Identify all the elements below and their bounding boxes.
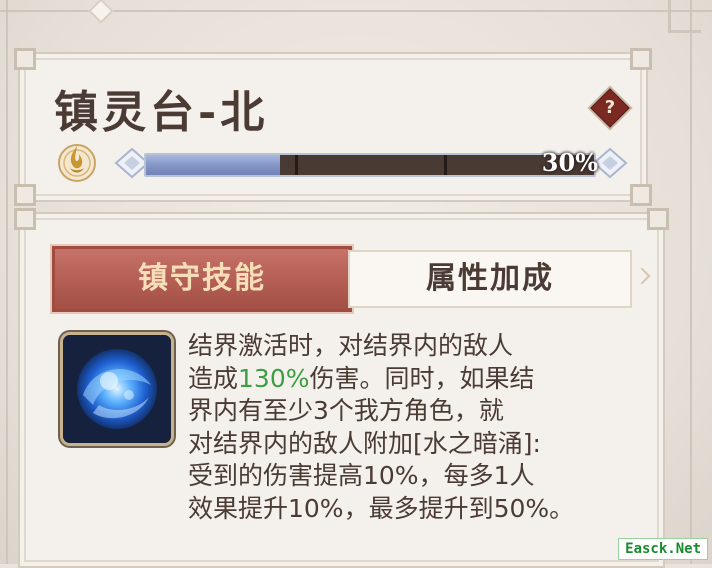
skill-description-line: 对结界内的敌人附加[水之暗涌]: (188, 428, 648, 461)
panel-corner-ornament (630, 184, 652, 206)
frame-diamond-ornament (88, 0, 114, 24)
frame-corner-ornament (668, 0, 701, 33)
progress-fill (146, 155, 281, 175)
panel-corner-ornament (647, 208, 669, 230)
description-text: 伤害。同时，如果结 (309, 363, 535, 393)
water-orb-icon (60, 332, 174, 446)
question-mark-icon: ? (604, 97, 616, 118)
skill-description-line: 结界激活时，对结界内的敌人 (188, 330, 648, 363)
tab-bar: 镇守技能 属性加成 (50, 244, 651, 314)
skill-panel: 镇守技能 属性加成 结界激活时，对结界内的敌人 造成130%伤害。同时，如果结 … (14, 208, 669, 568)
site-info-panel: 镇灵台-北 ? 30% (14, 48, 652, 206)
skill-description-line: 造成130%伤害。同时，如果结 (188, 363, 648, 396)
tab-guard-skill[interactable]: 镇守技能 (50, 244, 354, 314)
description-text: 结界激活时，对结界内的敌人 (188, 331, 514, 360)
description-text: 对结界内的敌人附加[水之暗涌]: (188, 428, 541, 458)
progress-percent: 30% (541, 148, 598, 177)
skill-description-line: 效果提升10%，最多提升到50%。 (188, 493, 648, 526)
tab-label: 属性加成 (426, 261, 554, 296)
panel-corner-ornament (14, 48, 36, 70)
damage-value-highlight: 130% (238, 363, 310, 393)
tab-attribute-bonus[interactable]: 属性加成 (348, 250, 632, 308)
flame-swirl-icon (58, 144, 96, 182)
skill-description: 结界激活时，对结界内的敌人 造成130%伤害。同时，如果结 界内有至少3个我方角色，… (188, 330, 648, 525)
tab-label: 镇守技能 (138, 261, 266, 296)
panel-corner-ornament (630, 48, 652, 70)
watermark: Easck.Net (618, 538, 708, 560)
help-button[interactable]: ? (590, 88, 630, 128)
skill-description-line: 受到的伤害提高10%，每多1人 (188, 460, 648, 493)
description-text: 造成 (188, 363, 239, 393)
frame-line-right (690, 0, 692, 564)
description-text: 界内有至少3个我方角色，就 (188, 396, 504, 425)
tab-end-ornament (633, 267, 651, 285)
progress-segment-divider (295, 155, 298, 175)
water-orb-art (63, 335, 171, 443)
panel-corner-ornament (14, 184, 36, 206)
description-text: 受到的伤害提高10%，每多1人 (188, 461, 535, 490)
frame-line-left (6, 0, 8, 564)
panel-corner-ornament (14, 208, 36, 230)
progress-segment-divider (444, 155, 447, 175)
progress-track (144, 153, 596, 177)
site-title: 镇灵台-北 (54, 87, 269, 138)
progress-bar: 30% (112, 140, 632, 184)
skill-description-line: 界内有至少3个我方角色，就 (188, 395, 648, 428)
description-text: 效果提升10%，最多提升到50%。 (188, 493, 575, 523)
